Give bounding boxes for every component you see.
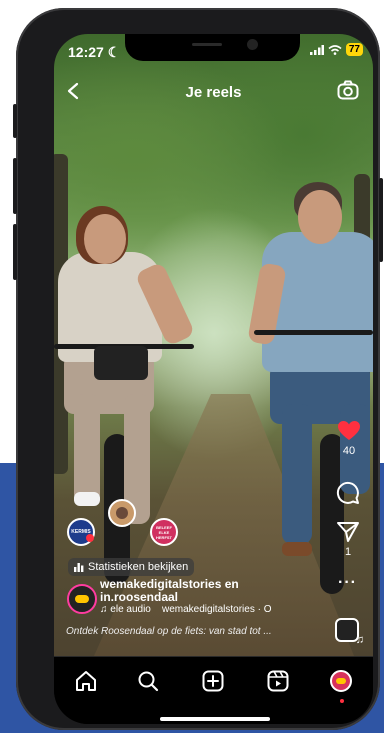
- audio-author: wemakedigitalstories · O: [162, 604, 272, 615]
- nav-home[interactable]: [72, 667, 100, 695]
- like-count: 40: [342, 445, 356, 457]
- comment-icon: [336, 481, 359, 504]
- man-head: [298, 190, 342, 244]
- music-note-icon: ♫: [355, 634, 364, 646]
- woman-shoe: [74, 492, 100, 506]
- view-insights-button[interactable]: Statistieken bekijken: [68, 558, 195, 576]
- add-icon: [202, 670, 224, 692]
- bottom-nav: [54, 656, 373, 724]
- more-icon: ···: [338, 574, 357, 591]
- audio-title: ele audio: [110, 604, 151, 615]
- notch: [125, 34, 300, 61]
- man-leg: [282, 404, 312, 544]
- camera-icon: [337, 80, 359, 100]
- audio-row[interactable]: ♫ ele audio wemakedigitalstories · O: [100, 604, 330, 615]
- comment-button[interactable]: [336, 481, 360, 508]
- wifi-icon: [328, 44, 342, 55]
- woman-head: [84, 214, 126, 264]
- home-indicator: [160, 717, 270, 721]
- volume-up-button: [13, 158, 17, 214]
- beleef-logo-text: BELEEF ELKE HERFST: [156, 524, 172, 540]
- more-options-button[interactable]: ···: [338, 574, 357, 592]
- moon-icon: ☾: [107, 44, 121, 60]
- audio-thumbnail[interactable]: ♫: [335, 618, 364, 646]
- search-icon: [138, 671, 159, 692]
- share-button[interactable]: 1: [336, 521, 360, 558]
- author-logo-mark: [75, 595, 89, 603]
- status-icons: 77: [309, 43, 363, 56]
- status-time: 12:27 ☾: [68, 44, 121, 60]
- home-icon: [76, 671, 96, 691]
- music-note-icon: ♫: [100, 604, 108, 615]
- nav-search[interactable]: [134, 667, 162, 695]
- profile-logo-mark: [336, 678, 346, 684]
- author-avatar[interactable]: [67, 584, 97, 614]
- signal-icon: [309, 44, 324, 55]
- bike-handlebar: [254, 330, 373, 335]
- front-camera: [247, 39, 258, 50]
- like-dot: [86, 534, 94, 542]
- page-title: Je reels: [185, 84, 242, 101]
- like-button[interactable]: 40: [337, 420, 361, 457]
- share-count: 1: [344, 546, 352, 558]
- caption[interactable]: Ontdek Roosendaal op de fiets: van stad …: [66, 626, 314, 637]
- camera-button[interactable]: [337, 80, 359, 105]
- phone-screen: 12:27 ☾ 77 Je reels 40 1 ··· ♫ KERMIS BE…: [54, 34, 373, 724]
- author-line-2: in.roosendaal: [100, 590, 179, 604]
- beleef-avatar[interactable]: BELEEF ELKE HERFST: [150, 518, 178, 546]
- woman-leg: [74, 394, 100, 504]
- bar-chart-icon: [74, 562, 84, 572]
- reels-icon: [267, 670, 289, 692]
- power-button: [379, 178, 383, 262]
- nav-create[interactable]: [199, 667, 227, 695]
- stats-label: Statistieken bekijken: [88, 561, 189, 573]
- nav-profile[interactable]: [327, 667, 355, 695]
- notification-dot: [340, 699, 344, 703]
- man-shoe: [282, 542, 312, 556]
- heart-icon: [338, 421, 360, 440]
- send-icon: [337, 522, 359, 542]
- speaker-grille: [192, 43, 222, 46]
- volume-down-button: [13, 224, 17, 280]
- bike-basket: [94, 346, 148, 380]
- mute-switch: [13, 104, 17, 138]
- nav-reels[interactable]: [264, 667, 292, 695]
- author-names[interactable]: wemakedigitalstories en in.roosendaal: [100, 578, 239, 604]
- face-placeholder: [116, 507, 128, 519]
- battery-icon: 77: [345, 43, 363, 56]
- profile-avatar: [330, 670, 352, 692]
- phone-frame: 12:27 ☾ 77 Je reels 40 1 ··· ♫ KERMIS BE…: [13, 8, 383, 730]
- creator-avatar[interactable]: [108, 499, 136, 527]
